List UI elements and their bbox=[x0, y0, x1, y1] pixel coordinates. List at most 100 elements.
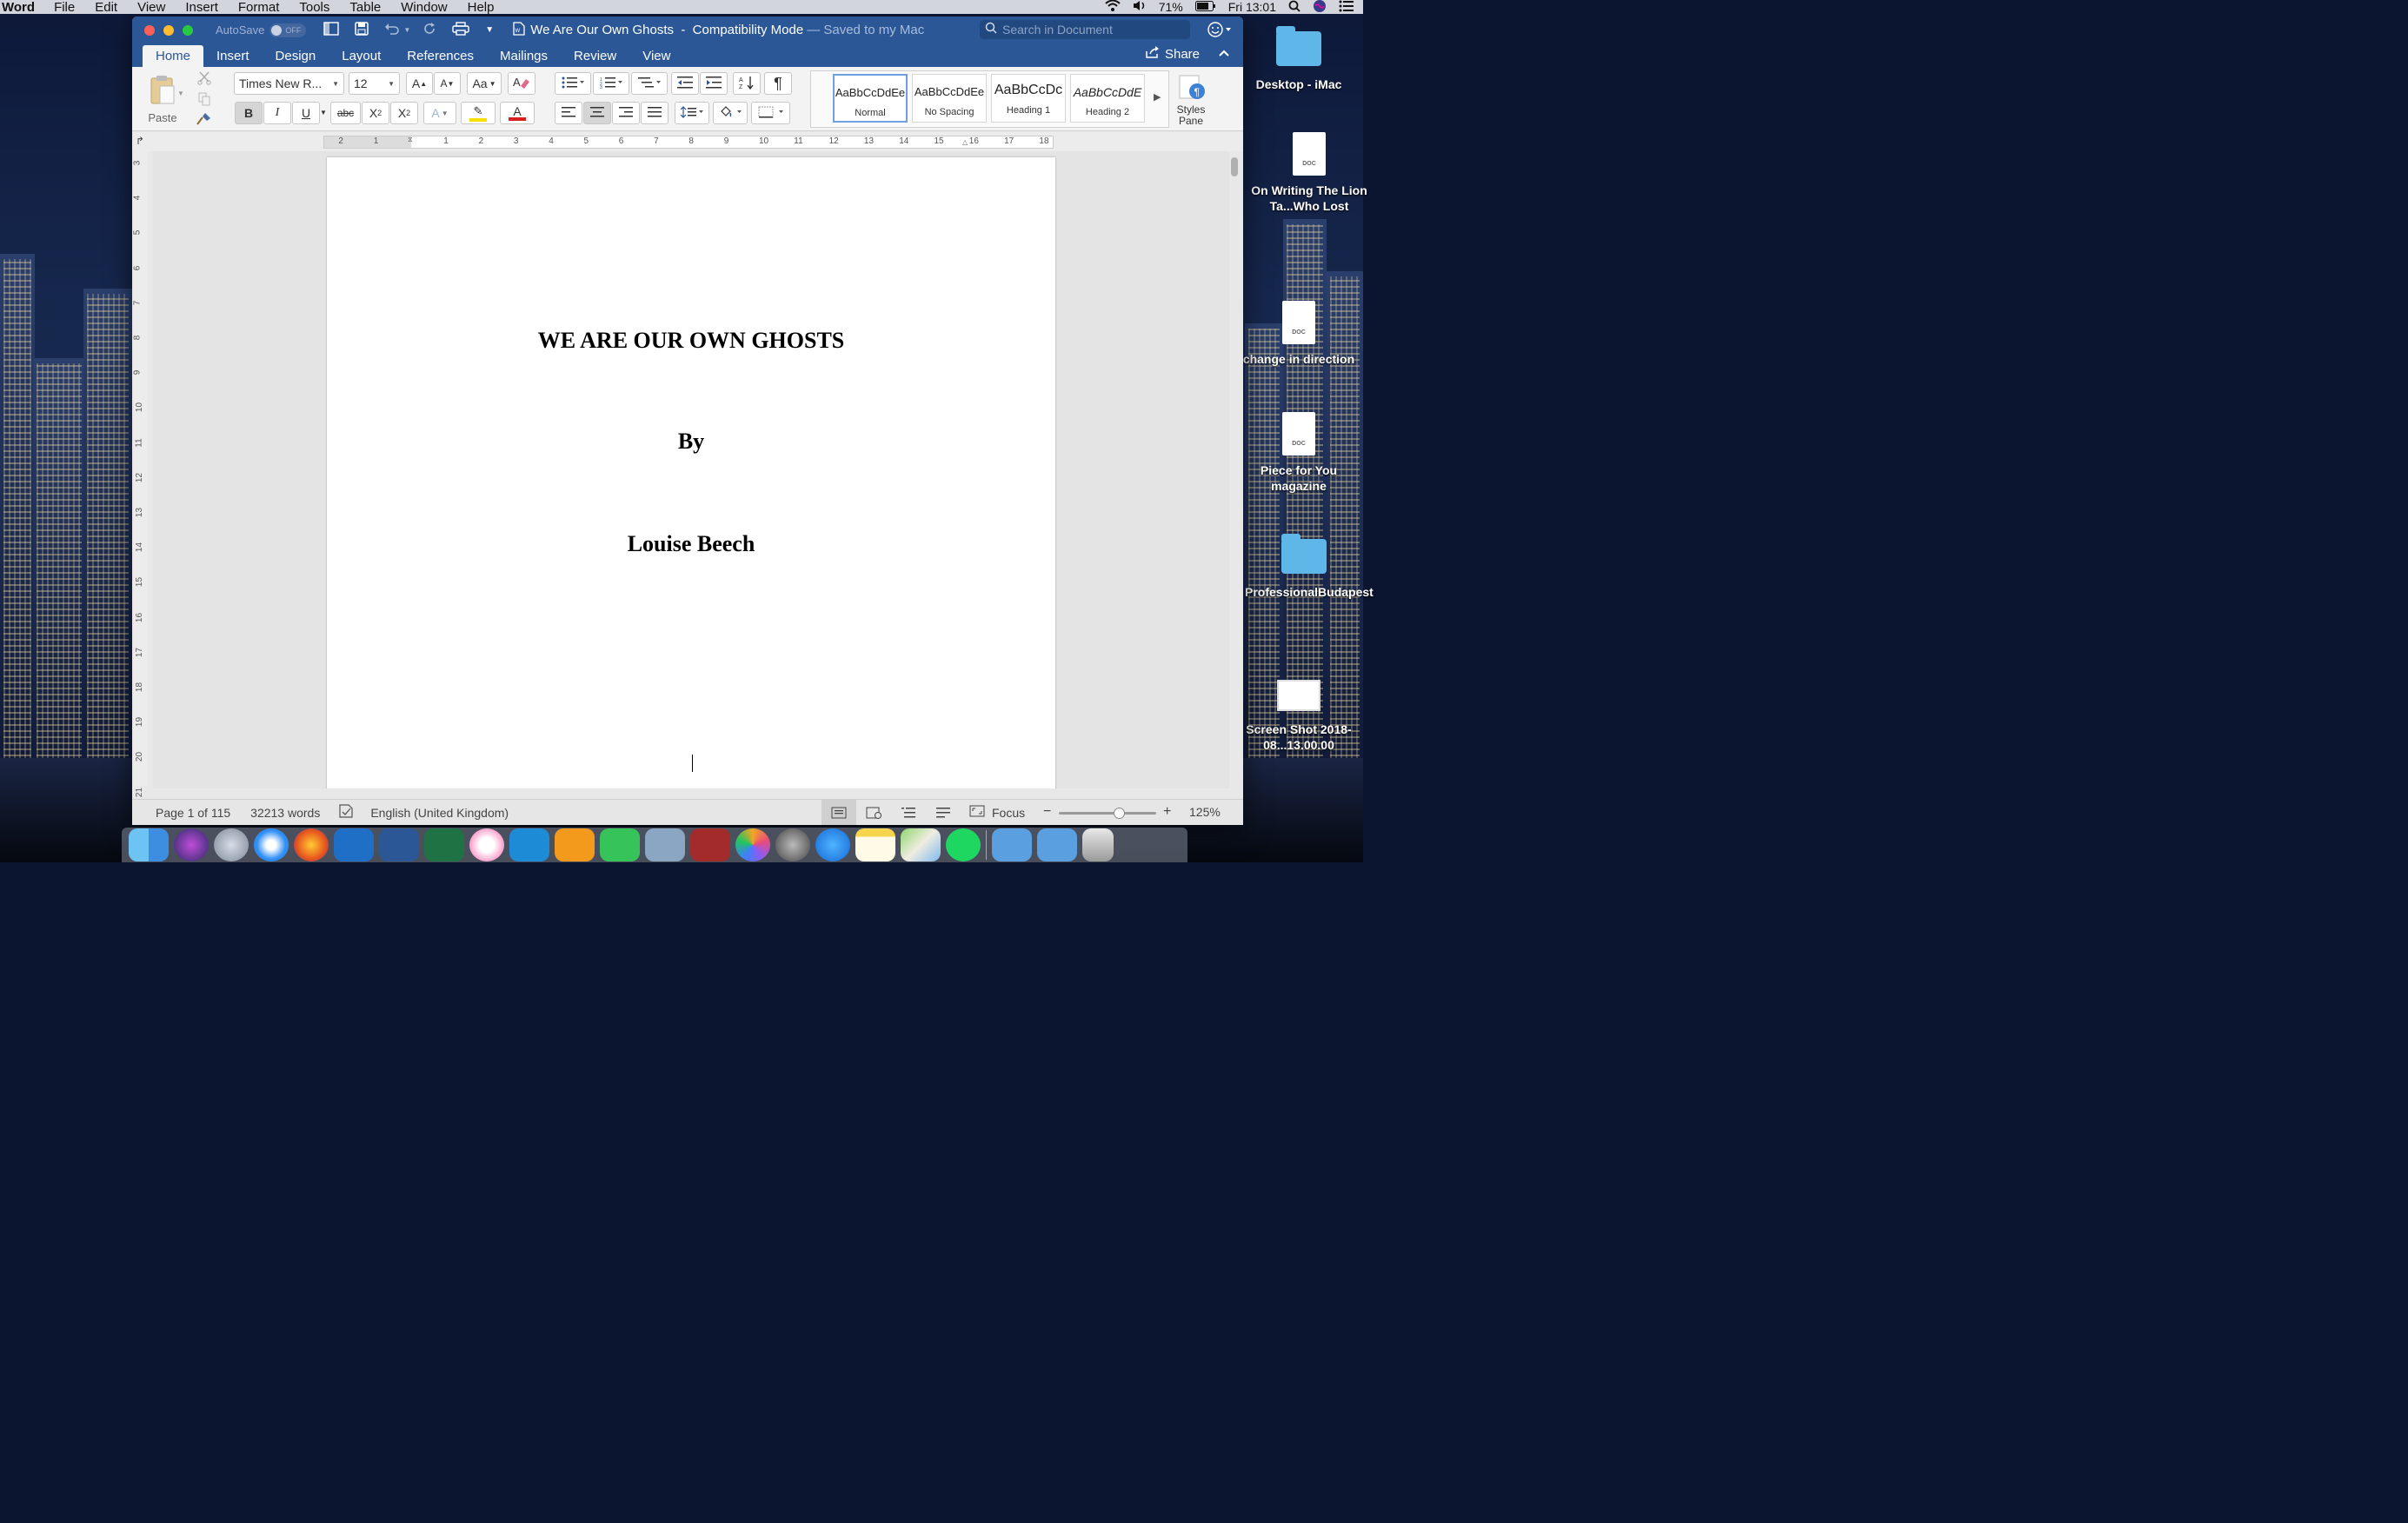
style-heading-2[interactable]: AaBbCcDdE Heading 2 bbox=[1070, 74, 1145, 123]
dock-spotify-icon[interactable] bbox=[946, 828, 981, 861]
menu-help[interactable]: Help bbox=[468, 0, 495, 15]
sidebar-toggle-icon[interactable] bbox=[323, 21, 340, 39]
tab-stop-selector-icon[interactable]: ↱ bbox=[136, 135, 144, 147]
font-size-dropdown[interactable]: 12 ▼ bbox=[349, 72, 400, 95]
dock-notes-icon[interactable] bbox=[855, 828, 895, 861]
tab-review[interactable]: Review bbox=[561, 45, 629, 67]
language[interactable]: English (United Kingdom) bbox=[370, 806, 509, 820]
dock-applications-folder-icon[interactable] bbox=[992, 828, 1032, 861]
underline-button[interactable]: U bbox=[292, 102, 320, 124]
increase-indent-button[interactable] bbox=[700, 72, 728, 95]
desktop-icon-screen-shot[interactable]: Screen Shot 2018-08...13.00.00 bbox=[1240, 680, 1358, 753]
align-left-button[interactable] bbox=[555, 102, 582, 124]
align-right-button[interactable] bbox=[612, 102, 640, 124]
document-author-text[interactable]: Louise Beech bbox=[327, 531, 1055, 557]
clock[interactable]: Fri 13:01 bbox=[1228, 0, 1276, 14]
zoom-window-button[interactable] bbox=[183, 24, 193, 36]
share-button[interactable]: Share bbox=[1146, 46, 1200, 62]
underline-dropdown-icon[interactable]: ▼ bbox=[320, 109, 327, 116]
battery-percent[interactable]: 71% bbox=[1159, 0, 1183, 14]
align-center-button[interactable] bbox=[583, 102, 611, 124]
autosave-toggle[interactable]: OFF bbox=[269, 23, 307, 37]
decrease-indent-button[interactable] bbox=[671, 72, 699, 95]
page-count[interactable]: Page 1 of 115 bbox=[156, 806, 230, 820]
title-bar[interactable]: AutoSave OFF ▼ ▼ W We Are Our Own Ghosts… bbox=[132, 17, 1243, 43]
dock-app-store-icon[interactable] bbox=[815, 828, 850, 861]
style-no-spacing[interactable]: AaBbCcDdEe No Spacing bbox=[912, 74, 987, 123]
dock-ibooks-icon[interactable] bbox=[555, 828, 595, 861]
tab-layout[interactable]: Layout bbox=[329, 45, 394, 67]
shrink-font-button[interactable]: A ▼ bbox=[434, 72, 461, 95]
desktop-icon-on-writing[interactable]: DOC On Writing The Lion Ta...Who Lost bbox=[1250, 132, 1368, 214]
print-icon[interactable] bbox=[452, 21, 469, 39]
italic-button[interactable]: I bbox=[263, 102, 291, 124]
desktop-icon-desktop-imac[interactable]: Desktop - iMac bbox=[1240, 26, 1358, 92]
font-color-button[interactable]: A bbox=[500, 102, 535, 124]
dock-kindle-icon[interactable] bbox=[509, 828, 549, 861]
tab-references[interactable]: References bbox=[394, 45, 487, 67]
change-case-button[interactable]: Aa ▼ bbox=[467, 72, 502, 95]
zoom-in-button[interactable]: + bbox=[1163, 804, 1171, 820]
dock-preview-icon[interactable] bbox=[645, 828, 685, 861]
dock-safari-icon[interactable] bbox=[254, 828, 289, 861]
bold-button[interactable]: B bbox=[235, 102, 263, 124]
vertical-scrollbar[interactable] bbox=[1231, 157, 1238, 176]
dock-facetime-icon[interactable] bbox=[600, 828, 640, 861]
clear-formatting-button[interactable]: A bbox=[508, 72, 535, 95]
shading-button[interactable] bbox=[713, 102, 748, 124]
style-normal[interactable]: AaBbCcDdEe Normal bbox=[833, 74, 908, 123]
text-effects-button[interactable]: A ▼ bbox=[423, 102, 456, 124]
dock-firefox-icon[interactable] bbox=[294, 828, 329, 861]
styles-more-icon[interactable]: ▶ bbox=[1154, 91, 1161, 103]
borders-button[interactable] bbox=[751, 102, 790, 124]
document-area[interactable]: WE ARE OUR OWN GHOSTS By Louise Beech bbox=[153, 151, 1229, 788]
web-layout-icon[interactable] bbox=[856, 807, 891, 819]
save-icon[interactable] bbox=[355, 21, 369, 39]
cut-icon[interactable] bbox=[195, 70, 214, 87]
dock-outlook-icon[interactable] bbox=[334, 828, 374, 861]
paste-button[interactable]: Paste bbox=[143, 70, 183, 128]
notification-center-icon[interactable] bbox=[1339, 0, 1354, 15]
strikethrough-button[interactable]: abc bbox=[330, 102, 361, 124]
line-spacing-button[interactable] bbox=[675, 102, 709, 124]
menu-format[interactable]: Format bbox=[238, 0, 280, 15]
grow-font-button[interactable]: A ▲ bbox=[406, 72, 433, 95]
zoom-level[interactable]: 125% bbox=[1189, 805, 1221, 819]
highlight-button[interactable]: ✎ bbox=[461, 102, 496, 124]
desktop-icon-change-in-direction[interactable]: DOC change in direction bbox=[1240, 301, 1358, 367]
search-field[interactable]: Search in Document bbox=[980, 20, 1190, 39]
menu-view[interactable]: View bbox=[137, 0, 165, 15]
paste-dropdown-icon[interactable]: ▼ bbox=[177, 90, 184, 97]
dock-word-icon[interactable] bbox=[379, 828, 419, 861]
collapse-ribbon-icon[interactable] bbox=[1219, 47, 1229, 60]
document-title-text[interactable]: WE ARE OUR OWN GHOSTS bbox=[327, 328, 1055, 354]
redo-icon[interactable] bbox=[422, 22, 436, 39]
style-heading-1[interactable]: AaBbCcDc Heading 1 bbox=[991, 74, 1066, 123]
menu-app-name[interactable]: Word bbox=[2, 0, 35, 15]
copy-icon[interactable] bbox=[195, 90, 214, 108]
minimize-window-button[interactable] bbox=[163, 24, 174, 36]
superscript-button[interactable]: X2 bbox=[390, 102, 418, 124]
menu-window[interactable]: Window bbox=[401, 0, 447, 15]
battery-icon[interactable] bbox=[1194, 0, 1216, 14]
zoom-slider[interactable] bbox=[1059, 808, 1156, 819]
tab-home[interactable]: Home bbox=[143, 45, 204, 67]
dock-trash-icon[interactable] bbox=[1082, 828, 1114, 861]
dock-system-preferences-icon[interactable] bbox=[775, 828, 810, 861]
word-count[interactable]: 32213 words bbox=[250, 806, 320, 820]
undo-icon[interactable] bbox=[384, 23, 400, 38]
sort-button[interactable]: AZ bbox=[733, 72, 761, 95]
siri-icon[interactable] bbox=[1313, 0, 1327, 16]
show-formatting-button[interactable]: ¶ bbox=[764, 72, 792, 95]
numbering-button[interactable]: 123 bbox=[593, 72, 629, 95]
focus-button[interactable]: Focus bbox=[969, 805, 1025, 820]
horizontal-ruler[interactable]: 2 1 1 2 3 4 5 6 7 8 9 10 11 12 13 14 15 16 17 18 ⧖ △ bbox=[323, 136, 1054, 149]
tab-view[interactable]: View bbox=[629, 45, 683, 67]
document-by-text[interactable]: By bbox=[327, 429, 1055, 455]
menu-file[interactable]: File bbox=[54, 0, 75, 15]
dock-itunes-icon[interactable] bbox=[469, 828, 504, 861]
multilevel-list-button[interactable] bbox=[631, 72, 668, 95]
dock-excel-icon[interactable] bbox=[424, 828, 464, 861]
justify-button[interactable] bbox=[641, 102, 669, 124]
menu-tools[interactable]: Tools bbox=[299, 0, 329, 15]
